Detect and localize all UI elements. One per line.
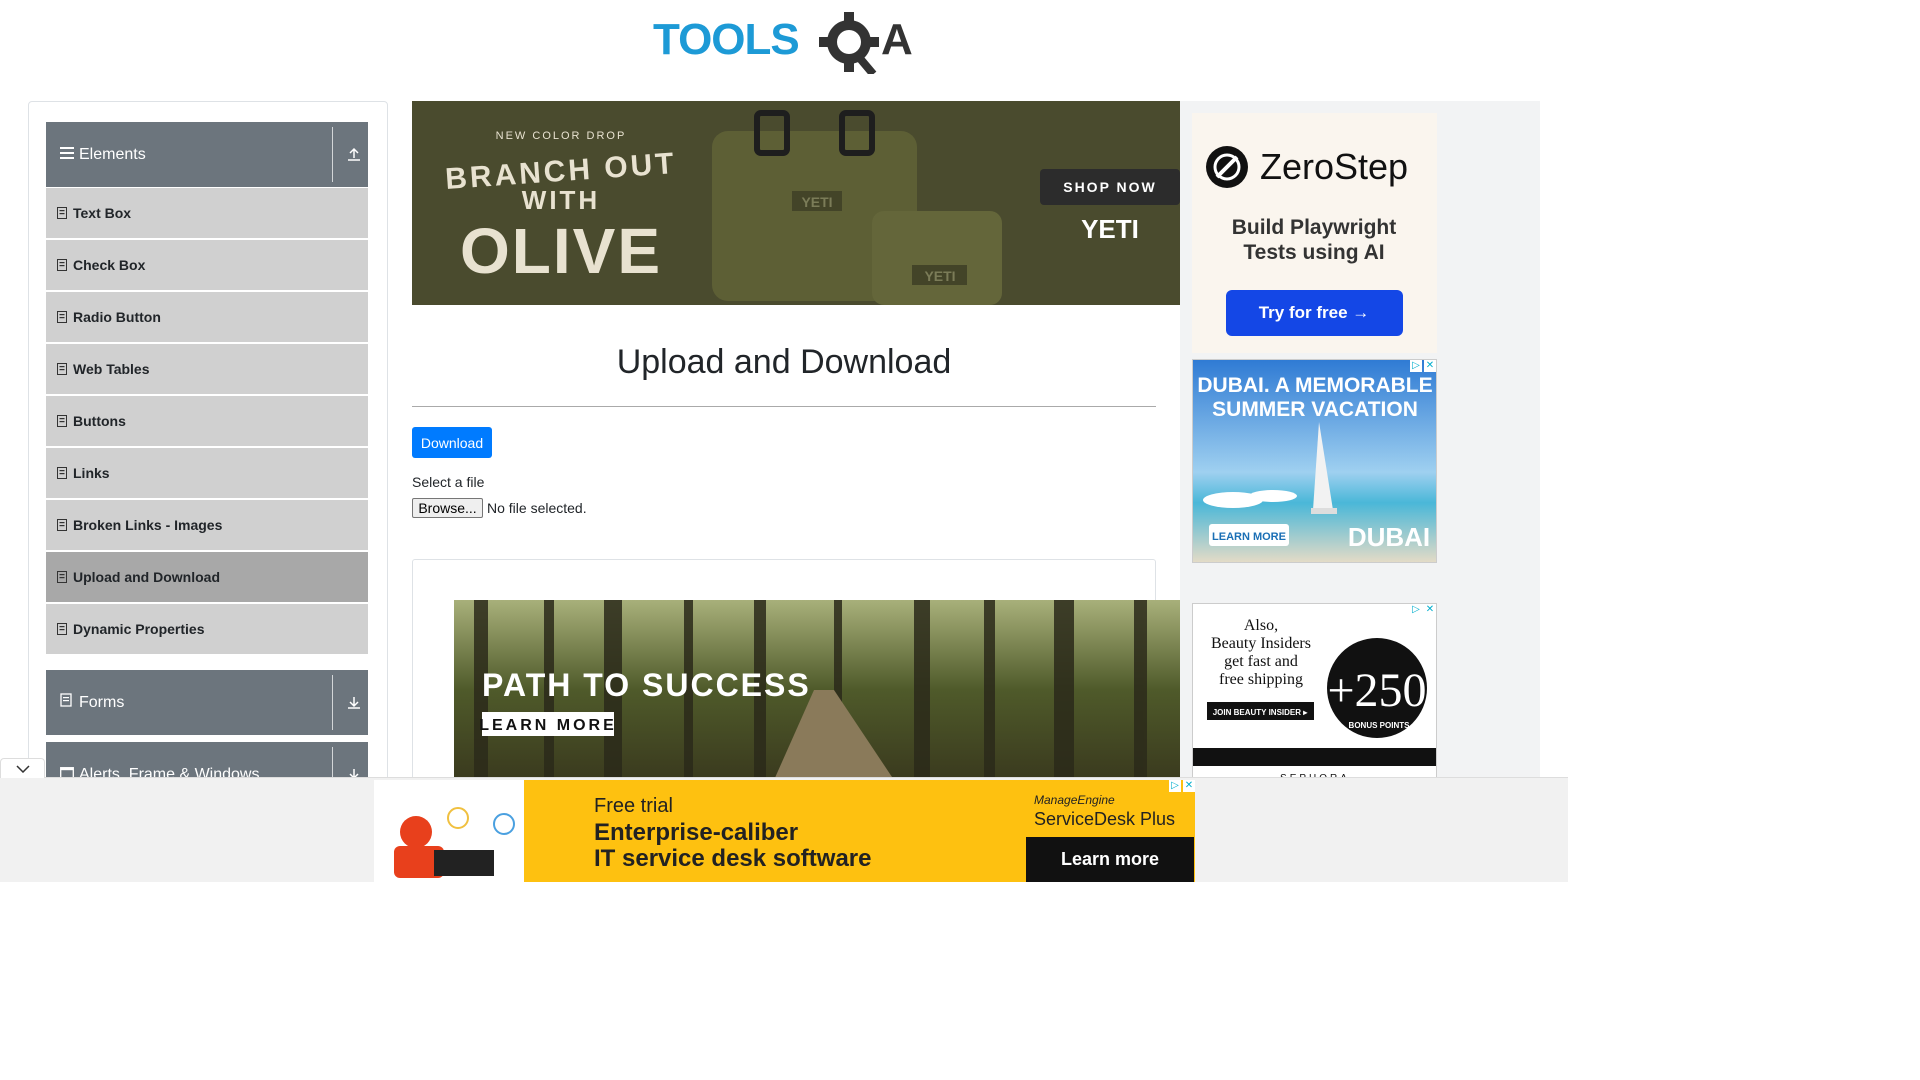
svg-text:WITH: WITH [522,185,600,215]
svg-text:ZeroStep: ZeroStep [1260,146,1408,187]
svg-text:LEARN MORE: LEARN MORE [479,717,617,734]
list-icon [57,311,67,323]
expand-down-icon[interactable] [346,694,362,710]
adchoices-icon[interactable]: ▷ [1169,780,1181,792]
svg-text:BONUS POINTS: BONUS POINTS [1349,721,1411,730]
group-header-forms[interactable]: Forms [46,670,368,735]
ad-banner-yeti[interactable]: NEW COLOR DROP BRANCH OUT WITH OLIVE YET… [412,101,1180,305]
chevron-down-icon [15,764,30,773]
svg-text:DUBAI: DUBAI [1348,522,1430,552]
sidebar-item-dynamic-properties[interactable]: Dynamic Properties [46,604,368,654]
document-icon [60,693,74,712]
collapse-ad-button[interactable] [0,758,45,778]
collapse-up-icon[interactable] [346,146,362,162]
svg-text:DUBAI. A MEMORABLE: DUBAI. A MEMORABLE [1197,374,1432,397]
close-icon[interactable]: ✕ [1183,780,1195,792]
list-icon [57,363,67,375]
svg-text:YETI: YETI [1081,214,1139,244]
sidebar-item-label: Radio Button [73,309,161,325]
svg-text:Enterprise-caliber: Enterprise-caliber [594,819,798,846]
svg-text:SHOP NOW: SHOP NOW [1063,179,1157,195]
svg-text:Tests using AI: Tests using AI [1243,241,1384,264]
divider [332,675,333,730]
divider [332,127,333,182]
sidebar-item-label: Web Tables [73,361,150,377]
ad-servicedesk[interactable]: Free trial Enterprise-caliber IT service… [374,780,1195,882]
svg-text:A: A [881,15,913,64]
group-header-elements[interactable]: Elements [46,122,368,187]
ad-banner-forest[interactable]: PATH TO SUCCESS LEARN MORE [454,600,1180,780]
site-header: TOOLS A [0,0,1568,90]
svg-text:Beauty Insiders: Beauty Insiders [1211,635,1311,652]
svg-text:LEARN MORE: LEARN MORE [1212,531,1286,543]
download-button[interactable]: Download [412,427,492,458]
adchoices-icon[interactable]: ▷ [1410,360,1422,372]
ad-sephora[interactable]: Also, Beauty Insiders get fast and free … [1192,603,1437,781]
list-icon [57,519,67,531]
sidebar: Elements Text Box Check Box Radio Button… [28,101,388,801]
sidebar-item-label: Upload and Download [73,569,220,585]
sidebar-item-buttons[interactable]: Buttons [46,396,368,446]
ad-choices[interactable]: ▷ ✕ [1410,604,1436,616]
group-title: Forms [79,693,125,711]
svg-text:TOOLS: TOOLS [653,15,799,64]
sidebar-item-label: Links [73,465,110,481]
sidebar-item-links[interactable]: Links [46,448,368,498]
list-icon [57,415,67,427]
svg-text:SUMMER VACATION: SUMMER VACATION [1212,398,1418,421]
select-file-label: Select a file [412,474,485,490]
sidebar-item-label: Dynamic Properties [73,621,205,637]
sidebar-item-upload-download[interactable]: Upload and Download [46,552,368,602]
list-icon [57,571,67,583]
svg-text:ServiceDesk Plus: ServiceDesk Plus [1034,809,1175,829]
list-icon [57,623,67,635]
list-icon [57,467,67,479]
divider [412,406,1156,407]
gear-icon [819,12,879,74]
svg-text:+250: +250 [1327,664,1426,717]
page-title: Upload and Download [616,343,952,381]
sidebar-item-web-tables[interactable]: Web Tables [46,344,368,394]
sidebar-item-label: Broken Links - Images [73,517,223,533]
svg-text:Build Playwright: Build Playwright [1232,216,1397,239]
ad-zerostep[interactable]: ZeroStep Build Playwright Tests using AI… [1192,113,1437,353]
svg-text:Free trial: Free trial [594,795,673,817]
browse-file-button[interactable]: Browse... [412,498,483,518]
sidebar-item-broken-links[interactable]: Broken Links - Images [46,500,368,550]
svg-text:Learn more: Learn more [1061,849,1159,869]
close-icon[interactable]: ✕ [1424,360,1436,372]
adchoices-icon[interactable]: ▷ [1410,604,1422,616]
ad-choices[interactable]: ▷ ✕ [1410,360,1436,372]
svg-text:OLIVE: OLIVE [460,215,662,287]
toolsqa-logo[interactable]: TOOLS A [653,12,919,74]
file-status-text: No file selected. [487,500,587,516]
svg-text:NEW COLOR DROP: NEW COLOR DROP [496,130,627,142]
menu-icon [60,146,74,164]
sidebar-item-label: Buttons [73,413,126,429]
svg-text:PATH TO SUCCESS: PATH TO SUCCESS [482,667,811,703]
svg-text:free shipping: free shipping [1219,671,1303,688]
list-icon [57,207,67,219]
svg-text:YETI: YETI [801,194,832,210]
sidebar-item-check-box[interactable]: Check Box [46,240,368,290]
group-title: Elements [79,145,146,163]
sidebar-item-label: Text Box [73,205,132,221]
svg-text:YETI: YETI [924,268,955,284]
svg-text:get fast and: get fast and [1224,653,1298,670]
sidebar-item-radio-button[interactable]: Radio Button [46,292,368,342]
svg-text:ManageEngine: ManageEngine [1034,793,1115,807]
svg-text:Try for free →: Try for free → [1259,303,1370,322]
svg-text:IT service desk software: IT service desk software [594,845,871,872]
sidebar-item-text-box[interactable]: Text Box [46,188,368,238]
close-icon[interactable]: ✕ [1424,604,1436,616]
svg-text:Also,: Also, [1244,617,1278,634]
ad-choices[interactable]: ▷ ✕ [1169,780,1195,792]
sidebar-item-label: Check Box [73,257,146,273]
svg-text:JOIN BEAUTY INSIDER ▸: JOIN BEAUTY INSIDER ▸ [1213,708,1309,717]
ad-dubai[interactable]: DUBAI. A MEMORABLE SUMMER VACATION LEARN… [1192,359,1437,563]
list-icon [57,259,67,271]
